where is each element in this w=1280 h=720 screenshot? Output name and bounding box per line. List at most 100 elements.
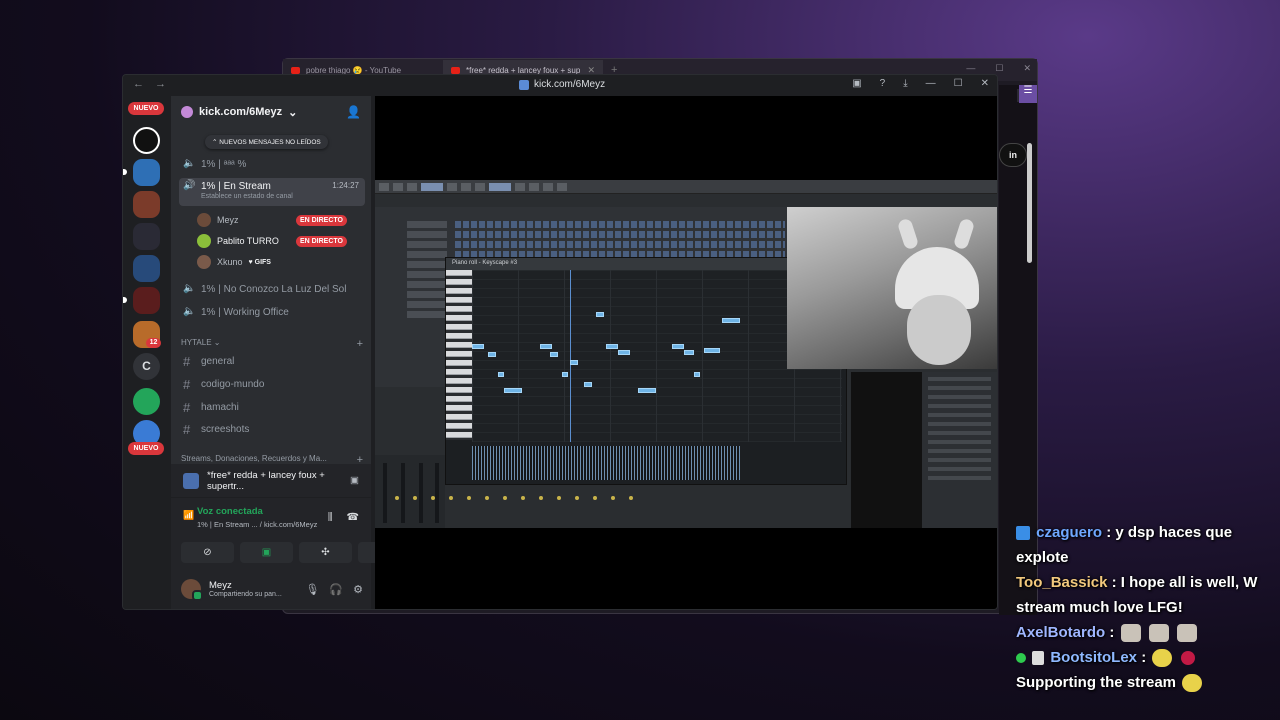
camera-off-button[interactable]: ⊘ [181,542,234,563]
text-channel[interactable]: # screeshots [179,419,365,439]
screen-share-button[interactable]: ▣ [240,542,293,563]
server-icon-6[interactable] [133,287,160,314]
live-badge: EN DIRECTO [295,214,347,226]
login-button[interactable]: in [999,143,1027,167]
channel-name: 1% | No Conozco La Luz Del Sol [201,283,347,295]
menu-icon[interactable]: ☰ [1019,85,1037,103]
invite-icon[interactable]: 👤 [346,105,361,119]
chat-message: BootsitoLex : [1016,645,1280,670]
channel-sidebar: kick.com/6Meyz ⌄ 👤 ⌃ NUEVOS MENSAJES NO … [171,96,411,609]
folder-icon[interactable] [133,388,160,415]
screen-share-icon[interactable]: ▣ [350,475,359,486]
stream-preview-row[interactable]: *free* redda + lancey foux + supertr... … [171,464,371,498]
close-icon[interactable]: ✕ [1023,63,1031,74]
avatar [197,213,211,227]
screen-icon[interactable]: ▣ [852,78,861,89]
headphones-icon[interactable]: 🎧 [329,583,343,596]
voice-channel-2[interactable]: 🔈 1% | No Conozco La Luz Del Sol [179,279,365,299]
hash-icon: # [183,353,191,369]
emote-icon [1180,651,1195,666]
mention-badge: 12 [146,338,161,348]
verified-badge-icon [1016,653,1026,664]
stream-timer: 1:24:27 [332,181,359,190]
help-icon[interactable]: ? [880,78,886,89]
server-header[interactable]: kick.com/6Meyz ⌄ 👤 [171,96,371,128]
webcam-overlay [787,207,997,369]
noise-icon[interactable]: ⫼ [328,512,333,523]
activities-button[interactable]: ✣ [299,542,352,563]
chat-text: Supporting the stream [1016,674,1177,691]
stream-view[interactable]: Piano roll - Keyscape #3 [375,96,997,609]
voice-user-name: Meyz [217,215,239,225]
signal-icon: 📶 [183,510,195,520]
velocity-lane [472,446,740,480]
hash-icon: # [183,376,191,392]
discord-window: ← → kick.com/6Meyz ▣ ? ⤓ — ☐ ✕ NUEVO 12 … [122,74,998,610]
close-icon[interactable]: ✕ [981,78,989,89]
discord-titlebar: ← → kick.com/6Meyz ▣ ? ⤓ — ☐ ✕ [123,75,997,96]
server-icon-2[interactable] [133,159,160,186]
server-icon-letter[interactable]: C [133,353,160,380]
emote-icon [1120,624,1141,643]
server-icon-5[interactable] [133,255,160,282]
disconnect-icon[interactable]: ☎ [347,512,359,523]
minimize-icon[interactable]: — [966,63,975,74]
category-name: HYTALE [181,338,212,347]
voice-user-name: Pablito TURRO [217,236,279,246]
maximize-icon[interactable]: ☐ [954,78,963,89]
emote-icon [1152,649,1173,668]
add-channel-icon[interactable]: + [357,338,363,350]
knob-row [395,496,635,536]
channel-name: 1% | En Stream [201,181,271,192]
channel-name: general [201,355,235,367]
voice-user[interactable]: Xkuno ♥ GIFS [197,252,347,272]
scrollbar[interactable] [1027,143,1032,263]
server-icon-4[interactable] [133,223,160,250]
voice-channel-selected[interactable]: 🔊 1% | En Stream 1:24:27 Establece un es… [179,178,365,206]
hash-icon: # [183,399,191,415]
chat-username: Too_Bassick [1016,574,1108,591]
unread-messages-pill[interactable]: ⌃ NUEVOS MENSAJES NO LEÍDOS [205,135,328,149]
window-title-text: kick.com/6Meyz [534,79,606,90]
voice-channel-3[interactable]: 🔈 1% | Working Office [179,302,365,322]
user-status: Compartiendo su pan... [209,591,282,598]
channel-name: screeshots [201,423,250,435]
server-icon-1[interactable] [133,127,160,154]
voice-connection: 📶 Voz conectada 1% | En Stream ... / kic… [183,506,363,529]
live-badge: EN DIRECTO [295,235,347,247]
piano-keys [446,270,472,440]
channel-status-hint[interactable]: Establece un estado de canal [201,193,293,200]
server-icon-3[interactable] [133,191,160,218]
text-channel[interactable]: # general [179,351,365,371]
user-area: Meyz Compartiendo su pan... 🎙 🎧 ⚙ [181,574,363,604]
voice-user[interactable]: Meyz EN DIRECTO [197,210,347,230]
browser-panel [921,372,997,528]
maximize-icon[interactable]: ☐ [995,63,1003,74]
nav-arrows-icon[interactable]: ← → [133,78,170,90]
emote-icon [1176,624,1197,643]
server-name: kick.com/6Meyz [199,106,283,118]
speaker-active-icon: 🔊 [183,180,196,191]
microphone-icon[interactable]: 🎙 [305,583,319,596]
minimize-icon[interactable]: — [926,78,936,89]
channel-name: 1% | Working Office [201,306,289,318]
chat-message: AxelBotardo : [1016,620,1280,645]
download-icon[interactable]: ⤓ [903,78,907,89]
chat-message: Supporting the stream [1016,670,1280,695]
voice-panel: *free* redda + lancey foux + supertr... … [171,464,411,609]
gifs-label: GIFS [254,258,271,266]
voice-user[interactable]: Pablito TURRO EN DIRECTO [197,231,347,251]
voice-channel-1[interactable]: 🔈 1% | ᵃᵃᵃ % [179,154,365,174]
stream-title: *free* redda + lancey foux + supertr... [207,469,325,492]
youtube-icon [291,66,300,74]
gear-icon[interactable]: ⚙ [353,583,363,596]
text-channel[interactable]: # codigo-mundo [179,374,365,394]
avatar[interactable] [181,579,203,601]
unread-dot [123,169,127,175]
text-channel[interactable]: # hamachi [179,397,365,417]
unread-pill-label: NUEVOS MENSAJES NO LEÍDOS [219,139,321,146]
chat-message: czaguero : y dsp haces que explote [1016,520,1280,570]
user-info[interactable]: Meyz Compartiendo su pan... [209,580,282,598]
category-header[interactable]: HYTALE ⌄ + [181,338,363,350]
channel-name: hamachi [201,401,239,413]
